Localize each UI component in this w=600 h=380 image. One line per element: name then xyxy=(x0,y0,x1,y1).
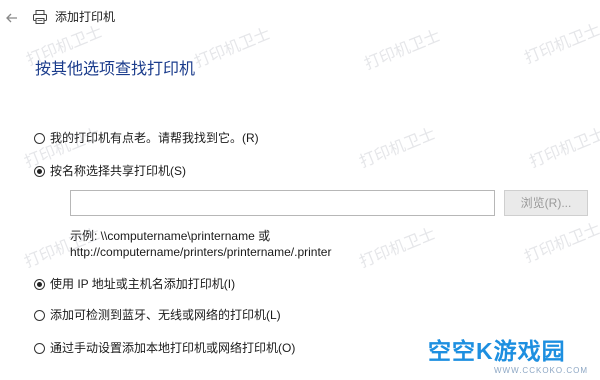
option-share-name-label: 按名称选择共享打印机(S) xyxy=(50,164,186,178)
watermark-text: 打印机卫士 xyxy=(527,125,600,172)
share-name-input[interactable] xyxy=(70,190,495,216)
radio-share-name[interactable] xyxy=(34,165,45,177)
radio-ip-address[interactable] xyxy=(34,278,45,290)
option-old-printer-label: 我的打印机有点老。请帮我找到它。(R) xyxy=(50,131,259,145)
option-ip-address[interactable]: 使用 IP 地址或主机名添加打印机(I) xyxy=(34,275,235,293)
title-bar: 添加打印机 xyxy=(0,0,600,36)
page-heading: 按其他选项查找打印机 xyxy=(35,61,196,78)
option-bluetooth-network-label: 添加可检测到蓝牙、无线或网络的打印机(L) xyxy=(50,308,281,322)
option-manual-setup-label: 通过手动设置添加本地打印机或网络打印机(O) xyxy=(50,341,296,355)
watermark-text: 打印机卫士 xyxy=(357,225,438,272)
printer-icon xyxy=(33,10,47,24)
example-line-2: http://computername/printers/printername… xyxy=(70,245,332,259)
brand-watermark-url: WWW.CCKOKO.COM xyxy=(494,366,588,375)
example-line-1: 示例: \\computername\printername 或 xyxy=(70,229,271,243)
watermark-text: 打印机卫士 xyxy=(357,125,438,172)
option-manual-setup[interactable]: 通过手动设置添加本地打印机或网络打印机(O) xyxy=(34,339,295,357)
option-bluetooth-network[interactable]: 添加可检测到蓝牙、无线或网络的打印机(L) xyxy=(34,306,281,324)
browse-button[interactable]: 浏览(R)... xyxy=(504,190,588,216)
option-ip-address-label: 使用 IP 地址或主机名添加打印机(I) xyxy=(50,277,236,291)
watermark-text: 打印机卫士 xyxy=(522,220,600,267)
arrow-left-icon[interactable] xyxy=(2,8,22,28)
option-old-printer[interactable]: 我的打印机有点老。请帮我找到它。(R) xyxy=(34,129,259,147)
radio-old-printer[interactable] xyxy=(34,132,45,144)
brand-watermark-logo: 空空K游戏园 xyxy=(428,338,566,364)
window-title: 添加打印机 xyxy=(55,10,116,24)
option-share-name[interactable]: 按名称选择共享打印机(S) xyxy=(34,162,186,180)
radio-bluetooth-network[interactable] xyxy=(34,309,45,321)
radio-manual-setup[interactable] xyxy=(34,342,45,354)
